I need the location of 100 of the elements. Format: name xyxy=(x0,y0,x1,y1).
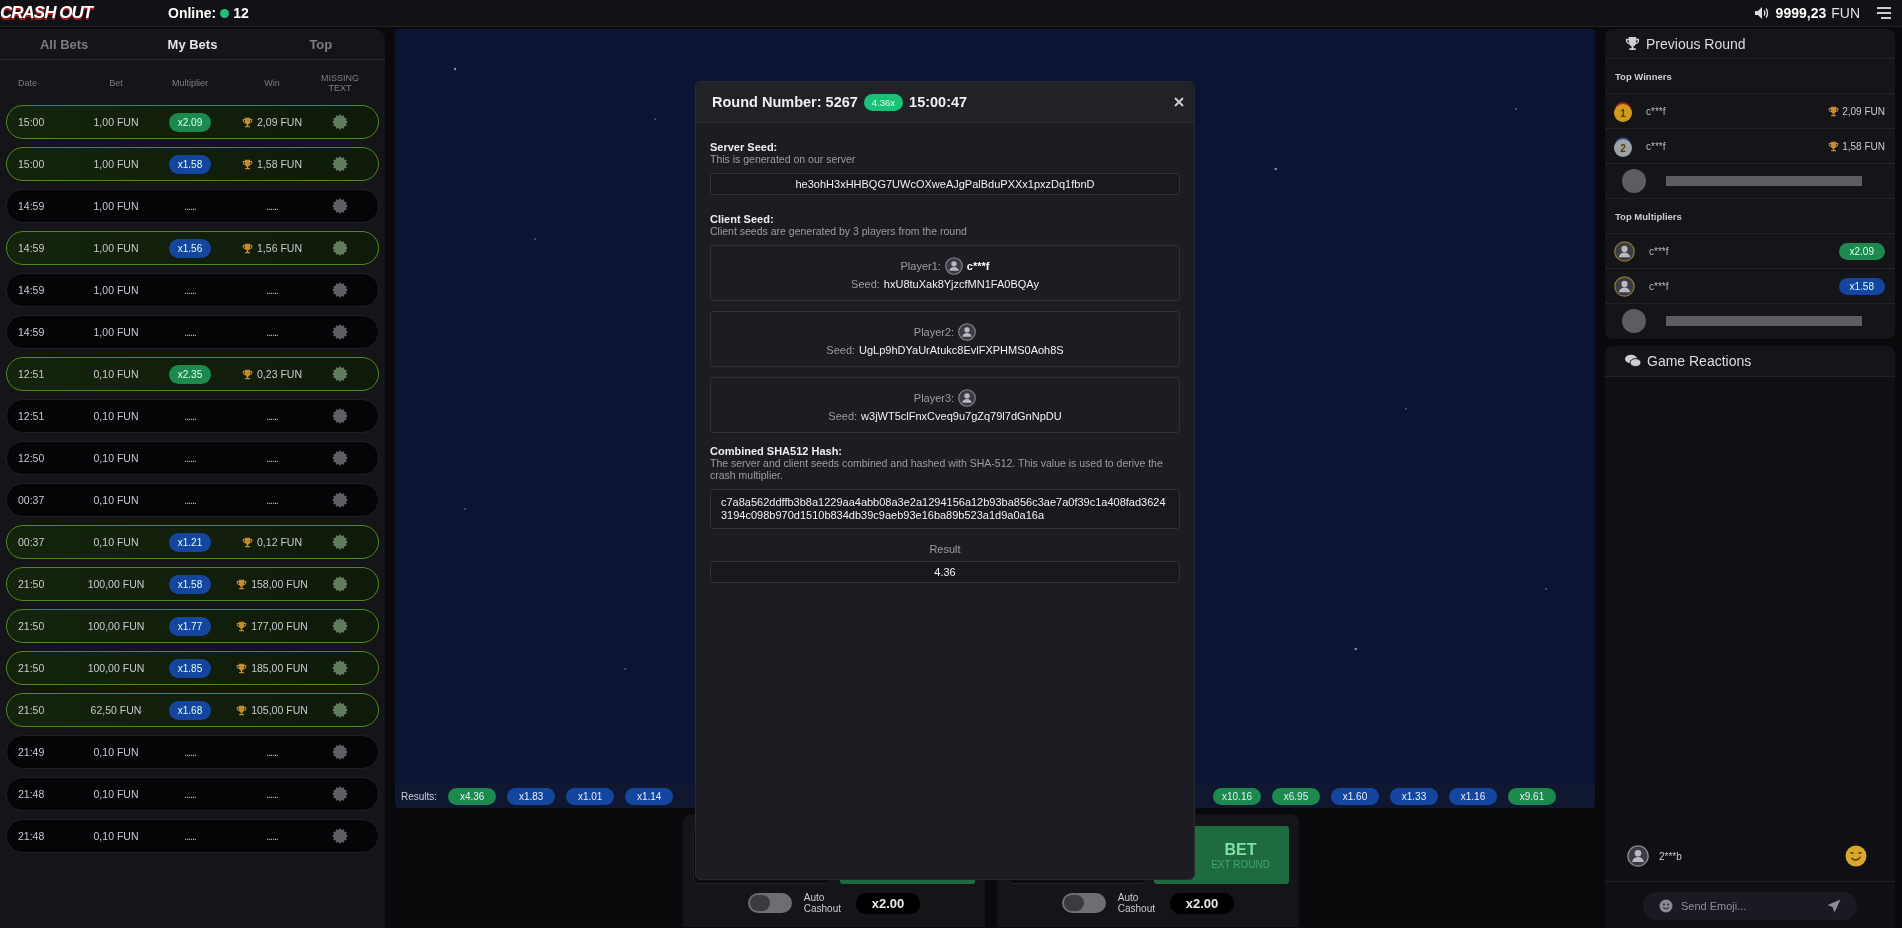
column-header: Bet xyxy=(108,77,124,88)
emoji-input[interactable]: Send Emoji... xyxy=(1679,899,1821,913)
win-amount: 158,00 FUN xyxy=(251,578,308,590)
bet-amount: 1,00 FUN xyxy=(92,200,140,212)
column-header: MISSING TEXT xyxy=(320,72,360,93)
bet-row[interactable]: 21:49 0,10 FUN ...... ...... xyxy=(6,735,379,769)
win-amount: 185,00 FUN xyxy=(251,662,308,674)
bet-row[interactable]: 21:48 0,10 FUN ...... ...... xyxy=(6,777,379,811)
bet-row[interactable]: 12:50 0,10 FUN ...... ...... xyxy=(6,441,379,475)
seal-icon xyxy=(332,282,348,298)
bet-row[interactable]: 12:51 0,10 FUN ...... ...... xyxy=(6,399,379,433)
emoji-field[interactable]: Send Emoji... xyxy=(1643,892,1857,920)
bet-row[interactable]: 21:48 0,10 FUN ...... ...... xyxy=(6,819,379,853)
date-cell-text: 00:37 xyxy=(18,536,46,548)
seal-icon xyxy=(332,534,348,550)
date-cell-text: 15:00 xyxy=(18,116,46,128)
player-label: Player2: xyxy=(913,325,955,338)
seal-icon xyxy=(332,198,348,214)
result-badge[interactable]: x1.60 xyxy=(1331,787,1379,805)
multiplier-badge: x2.09 xyxy=(168,112,212,132)
result-badge[interactable]: x9.61 xyxy=(1508,787,1556,805)
tab[interactable]: Top xyxy=(256,29,385,59)
bet-amount: 1,00 FUN xyxy=(92,284,140,296)
auto-cashout-label: Auto Cashout xyxy=(1117,892,1156,914)
seal-icon xyxy=(332,450,348,466)
result-badge[interactable]: x1.83 xyxy=(507,787,556,805)
result-badge[interactable]: x1.01 xyxy=(566,787,615,805)
section-title: Top Winners xyxy=(1605,59,1895,94)
win-amount: 105,00 FUN xyxy=(251,704,308,716)
bet-row[interactable]: 00:37 0,10 FUN ...... ...... xyxy=(6,483,379,517)
seal-icon xyxy=(332,114,348,130)
win-amount: 1,58 FUN xyxy=(1842,140,1885,152)
bet-row[interactable]: 14:59 1,00 FUN ...... ...... xyxy=(6,273,379,307)
result-badge[interactable]: x1.14 xyxy=(625,787,674,805)
seed-label: Seed: xyxy=(828,409,858,422)
bet-row[interactable]: 15:00 1,00 FUN x1.58 1,58 FUN xyxy=(6,147,379,181)
auto-cashout-toggle[interactable] xyxy=(1061,893,1106,913)
trophy-icon xyxy=(1828,105,1840,117)
tab[interactable]: All Bets xyxy=(0,29,129,59)
date-cell-text: 21:48 xyxy=(18,830,46,842)
result-badge[interactable]: x10.16 xyxy=(1213,787,1261,805)
bet-row[interactable]: 14:59 1,00 FUN ...... ...... xyxy=(6,189,379,223)
section-heading: Server Seed: xyxy=(710,141,779,153)
auto-cashout-label: Auto Cashout xyxy=(803,892,842,914)
menu-icon[interactable] xyxy=(1876,6,1892,20)
bet-row[interactable]: 14:59 1,00 FUN ...... ...... xyxy=(6,315,379,349)
bet-row[interactable]: 21:50 100,00 FUN x1.58 158,00 FUN xyxy=(6,567,379,601)
win-amount: 0,12 FUN xyxy=(257,536,302,548)
win-amount: 2,09 FUN xyxy=(257,116,302,128)
multiplier-cell-text: ...... xyxy=(183,494,197,506)
seal-icon xyxy=(332,786,348,802)
bet-amount: 0,10 FUN xyxy=(92,452,140,464)
win-amount: ...... xyxy=(266,326,278,338)
bet-row[interactable]: 21:50 62,50 FUN x1.68 105,00 FUN xyxy=(6,693,379,727)
bet-row[interactable]: 14:59 1,00 FUN x1.56 1,56 FUN xyxy=(6,231,379,265)
multiplier-badge: x1.85 xyxy=(168,658,212,678)
result-badge[interactable]: x6.95 xyxy=(1272,787,1320,805)
bet-row[interactable]: 21:50 100,00 FUN x1.85 185,00 FUN xyxy=(6,651,379,685)
user-avatar-icon xyxy=(958,322,977,341)
seal-icon xyxy=(332,828,348,844)
multiplier-cell-text: ...... xyxy=(183,200,197,212)
cashout-field[interactable]: x2.00 xyxy=(1169,892,1235,914)
bet-row[interactable]: 00:37 0,10 FUN x1.21 0,12 FUN xyxy=(6,525,379,559)
close-icon xyxy=(1174,97,1184,107)
round-time: 15:00:47 xyxy=(909,94,968,110)
cashout-field[interactable]: x2.00 xyxy=(855,892,921,914)
trophy-icon xyxy=(242,116,254,128)
seal-icon xyxy=(332,492,348,508)
chat-icon xyxy=(1625,354,1641,368)
win-amount: ...... xyxy=(266,746,278,758)
date-cell-text: 21:50 xyxy=(18,704,46,716)
auto-cashout-toggle[interactable] xyxy=(747,893,792,913)
result-badge[interactable]: x1.16 xyxy=(1449,787,1497,805)
close-button[interactable] xyxy=(1174,97,1184,107)
bet-amount: 1,00 FUN xyxy=(92,158,140,170)
results-label: Results: xyxy=(401,790,438,802)
player-name: c***f xyxy=(1649,280,1670,292)
result-badge[interactable]: x1.33 xyxy=(1390,787,1438,805)
send-icon[interactable] xyxy=(1827,899,1841,913)
trophy-icon xyxy=(236,578,248,590)
bet-amount: 100,00 FUN xyxy=(86,662,146,674)
date-cell-text: 00:37 xyxy=(18,494,46,506)
section-title: Top Multipliers xyxy=(1605,199,1895,234)
speaker-icon[interactable] xyxy=(1753,6,1770,20)
multiplier-badge: 4.36x xyxy=(863,93,904,111)
bet-amount: 1,00 FUN xyxy=(92,242,140,254)
section-heading: Client Seed: xyxy=(710,213,775,225)
tab[interactable]: My Bets xyxy=(128,29,257,59)
win-amount: 1,56 FUN xyxy=(257,242,302,254)
bet-amount: 1,00 FUN xyxy=(92,116,140,128)
bet-row[interactable]: 15:00 1,00 FUN x2.09 2,09 FUN xyxy=(6,105,379,139)
seal-icon xyxy=(332,408,348,424)
multiplier-cell-text: ...... xyxy=(183,410,197,422)
date-cell-text: 21:50 xyxy=(18,578,46,590)
win-amount: 2,09 FUN xyxy=(1842,105,1885,117)
multiplier-badge: x1.77 xyxy=(168,616,212,636)
result-badge[interactable]: x4.36 xyxy=(448,787,497,805)
win-amount: ...... xyxy=(266,830,278,842)
bet-row[interactable]: 12:51 0,10 FUN x2.35 0,23 FUN xyxy=(6,357,379,391)
bet-row[interactable]: 21:50 100,00 FUN x1.77 177,00 FUN xyxy=(6,609,379,643)
